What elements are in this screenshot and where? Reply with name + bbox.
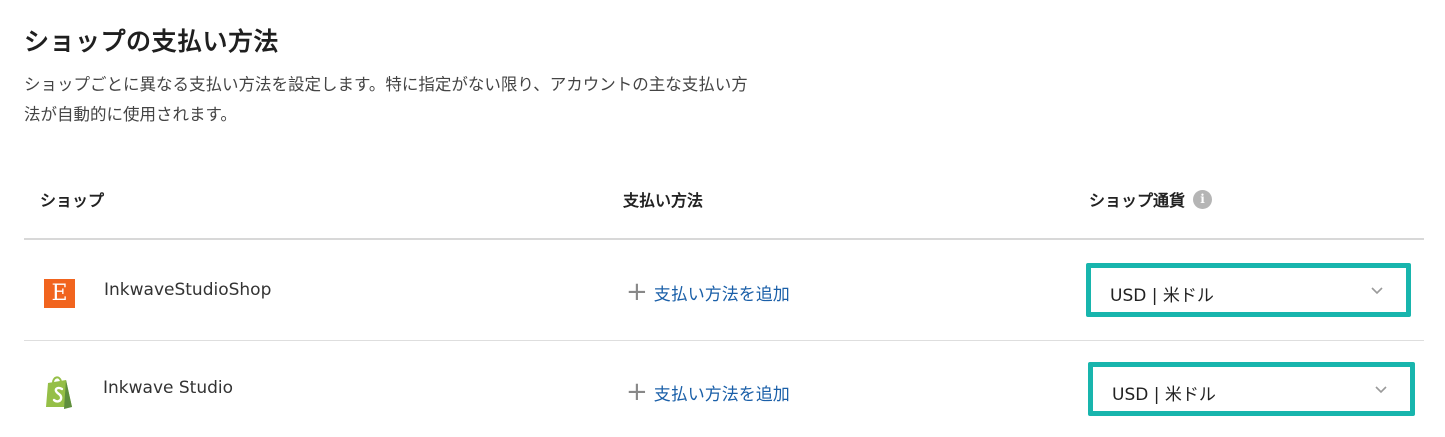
plus-icon: +	[626, 277, 648, 307]
chevron-down-icon	[1371, 287, 1383, 295]
add-payment-method-label: 支払い方法を追加	[653, 284, 790, 305]
add-payment-method-link[interactable]: + 支払い方法を追加	[626, 379, 790, 405]
page-title: ショップの支払い方法	[24, 27, 280, 56]
add-payment-method-link[interactable]: + 支払い方法を追加	[626, 279, 790, 305]
page-description: ショップごとに異なる支払い方法を設定します。特に指定がない限り、アカウントの主な…	[24, 70, 844, 130]
currency-select-value: USD | 米ドル	[1110, 286, 1214, 306]
row-divider	[24, 340, 1424, 341]
column-header-currency: ショップ通貨 i	[1089, 187, 1213, 211]
currency-select[interactable]: USD | 米ドル	[1088, 362, 1415, 416]
column-header-shop: ショップ	[40, 191, 105, 210]
shopify-logo-icon	[46, 376, 72, 409]
etsy-logo-icon: E	[44, 279, 75, 308]
header-divider	[24, 238, 1424, 240]
description-line-2: 法が自動的に使用されます。	[24, 105, 237, 124]
description-line-1: ショップごとに異なる支払い方法を設定します。特に指定がない限り、アカウントの主な…	[24, 75, 748, 94]
info-icon[interactable]: i	[1193, 189, 1213, 209]
column-header-currency-label: ショップ通貨	[1089, 191, 1186, 210]
shop-name: InkwaveStudioShop	[104, 280, 272, 300]
add-payment-method-label: 支払い方法を追加	[653, 384, 790, 405]
currency-select-value: USD | 米ドル	[1112, 385, 1216, 405]
currency-select[interactable]: USD | 米ドル	[1086, 263, 1411, 317]
column-header-payment: 支払い方法	[623, 191, 704, 210]
chevron-down-icon	[1375, 386, 1387, 394]
plus-icon: +	[626, 377, 648, 407]
shop-name: Inkwave Studio	[103, 378, 234, 398]
